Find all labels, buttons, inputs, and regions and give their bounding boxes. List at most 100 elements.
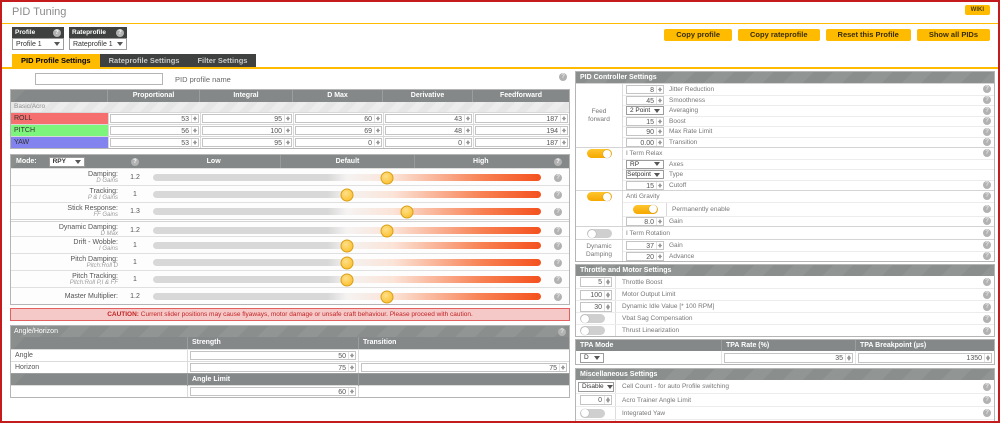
spinner-icon[interactable]: [559, 364, 566, 371]
help-icon[interactable]: [983, 205, 991, 213]
help-icon[interactable]: [983, 217, 991, 225]
iterm-relax-type-select[interactable]: Setpoint: [626, 170, 664, 179]
spinner-icon[interactable]: [560, 139, 567, 146]
iterm-rotation-toggle[interactable]: [587, 229, 612, 238]
help-icon[interactable]: [983, 278, 991, 286]
spinner-icon[interactable]: [348, 364, 355, 371]
tab-filter-settings[interactable]: Filter Settings: [188, 54, 256, 67]
help-icon[interactable]: [116, 29, 124, 37]
spinner-icon[interactable]: [464, 115, 471, 122]
tab-pid-profile-settings[interactable]: PID Profile Settings: [12, 54, 100, 67]
integrated-yaw-toggle[interactable]: [580, 409, 605, 418]
vbat-sag-toggle[interactable]: [580, 314, 605, 323]
spinner-icon[interactable]: [604, 278, 611, 286]
roll-dmax-input[interactable]: 60: [295, 114, 382, 123]
slider-handle[interactable]: [401, 205, 414, 218]
spinner-icon[interactable]: [656, 86, 663, 93]
spinner-icon[interactable]: [656, 118, 663, 125]
help-icon[interactable]: [983, 241, 991, 249]
help-icon[interactable]: [983, 117, 991, 125]
jitter-reduction-input[interactable]: 8: [626, 85, 664, 94]
slider-mode-select[interactable]: RPY: [49, 157, 85, 167]
slider-handle[interactable]: [341, 188, 354, 201]
cell-count-select[interactable]: Disable: [578, 382, 614, 392]
help-icon[interactable]: [554, 174, 562, 182]
help-icon[interactable]: [983, 128, 991, 136]
slider-track[interactable]: [153, 227, 541, 234]
help-icon[interactable]: [53, 29, 61, 37]
tab-rateprofile-settings[interactable]: Rateprofile Settings: [100, 54, 189, 67]
spinner-icon[interactable]: [191, 127, 198, 134]
spinner-icon[interactable]: [191, 115, 198, 122]
pid-profile-name-input[interactable]: [35, 73, 163, 85]
wiki-button[interactable]: WIKI: [965, 5, 990, 15]
spinner-icon[interactable]: [656, 139, 663, 146]
spinner-icon[interactable]: [656, 97, 663, 104]
help-icon[interactable]: [558, 328, 566, 336]
help-icon[interactable]: [983, 107, 991, 115]
help-icon[interactable]: [131, 158, 139, 166]
motor-output-limit-input[interactable]: 100: [580, 290, 612, 300]
slider-handle[interactable]: [341, 239, 354, 252]
spinner-icon[interactable]: [560, 127, 567, 134]
show-all-pids-button[interactable]: Show all PIDs: [917, 29, 990, 41]
boost-input[interactable]: 15: [626, 117, 664, 126]
roll-ff-input[interactable]: 187: [475, 114, 568, 123]
roll-d-input[interactable]: 43: [385, 114, 472, 123]
help-icon[interactable]: [983, 96, 991, 104]
pitch-ff-input[interactable]: 194: [475, 126, 568, 135]
spinner-icon[interactable]: [348, 352, 355, 359]
spinner-icon[interactable]: [464, 139, 471, 146]
help-icon[interactable]: [983, 383, 991, 391]
anti-gravity-toggle[interactable]: [587, 192, 612, 201]
slider-track[interactable]: [153, 174, 541, 181]
spinner-icon[interactable]: [374, 127, 381, 134]
slider-handle[interactable]: [341, 256, 354, 269]
help-icon[interactable]: [983, 327, 991, 335]
spinner-icon[interactable]: [348, 388, 355, 395]
slider-handle[interactable]: [381, 290, 394, 303]
help-icon[interactable]: [983, 315, 991, 323]
help-icon[interactable]: [983, 229, 991, 237]
help-icon[interactable]: [983, 192, 991, 200]
dynamic-damping-advance-input[interactable]: 20: [626, 252, 664, 261]
iterm-relax-toggle[interactable]: [587, 149, 612, 158]
help-icon[interactable]: [983, 181, 991, 189]
roll-i-input[interactable]: 95: [202, 114, 292, 123]
help-icon[interactable]: [983, 291, 991, 299]
throttle-boost-input[interactable]: 5: [580, 277, 612, 287]
slider-handle[interactable]: [341, 273, 354, 286]
spinner-icon[interactable]: [284, 139, 291, 146]
help-icon[interactable]: [554, 293, 562, 301]
spinner-icon[interactable]: [656, 128, 663, 135]
pitch-p-input[interactable]: 56: [110, 126, 199, 135]
tpa-breakpoint-input[interactable]: 1350: [858, 353, 992, 363]
spinner-icon[interactable]: [656, 182, 663, 189]
spinner-icon[interactable]: [656, 218, 663, 225]
slider-handle[interactable]: [381, 224, 394, 237]
yaw-d-input[interactable]: 0: [385, 138, 472, 147]
iterm-relax-cutoff-input[interactable]: 15: [626, 181, 664, 190]
spinner-icon[interactable]: [560, 115, 567, 122]
copy-rateprofile-button[interactable]: Copy rateprofile: [738, 29, 820, 41]
help-icon[interactable]: [554, 227, 562, 235]
angle-strength-input[interactable]: 50: [190, 351, 356, 360]
spinner-icon[interactable]: [191, 139, 198, 146]
spinner-icon[interactable]: [656, 253, 663, 260]
help-icon[interactable]: [554, 259, 562, 267]
help-icon[interactable]: [559, 73, 567, 81]
help-icon[interactable]: [983, 303, 991, 311]
spinner-icon[interactable]: [604, 291, 611, 299]
horizon-strength-input[interactable]: 75: [190, 363, 356, 372]
help-icon[interactable]: [554, 208, 562, 216]
profile-select[interactable]: Profile 1: [12, 38, 64, 50]
tpa-mode-select[interactable]: D: [580, 353, 604, 363]
slider-handle[interactable]: [381, 171, 394, 184]
yaw-i-input[interactable]: 95: [202, 138, 292, 147]
help-icon[interactable]: [554, 276, 562, 284]
anti-gravity-gain-input[interactable]: 8.0: [626, 217, 664, 226]
anti-gravity-permanent-toggle[interactable]: [633, 205, 658, 214]
roll-p-input[interactable]: 53: [110, 114, 199, 123]
dynamic-idle-input[interactable]: 30: [580, 302, 612, 312]
smoothness-input[interactable]: 45: [626, 96, 664, 105]
